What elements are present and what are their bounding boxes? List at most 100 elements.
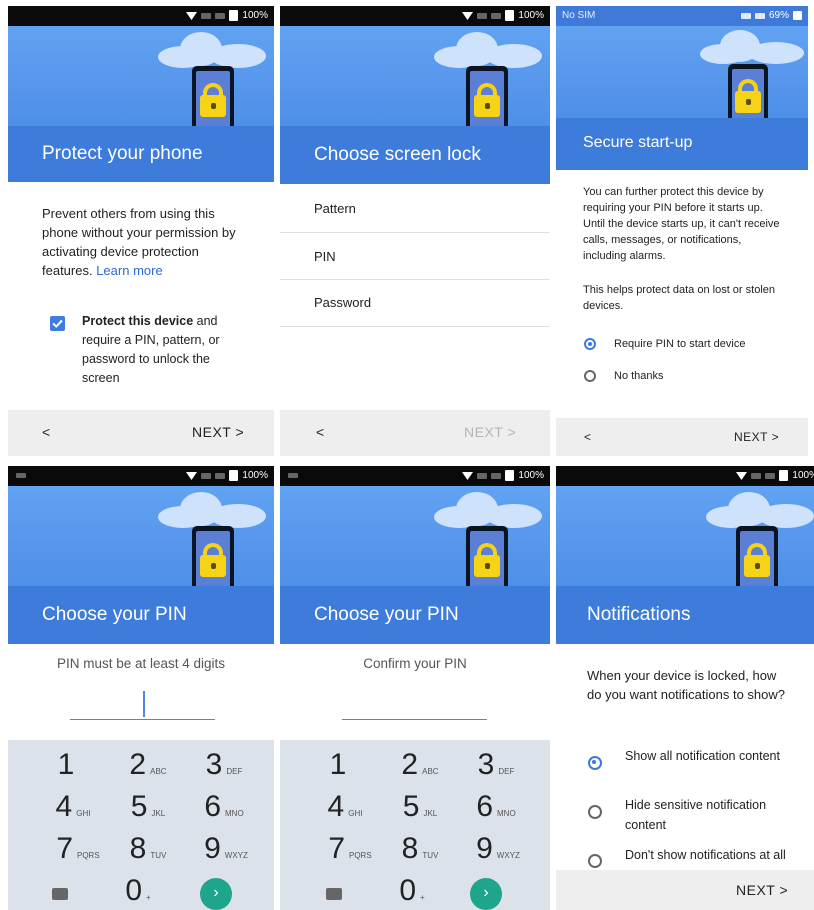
key-4[interactable]: 4 GHI <box>48 790 98 824</box>
key-2[interactable]: 2 ABC <box>118 748 178 782</box>
key-6[interactable]: 6 MNO <box>194 790 254 824</box>
screen-secure-startup: No SIM 69% Secure start-up You can furth… <box>556 6 808 456</box>
pin-input[interactable] <box>342 719 487 720</box>
signal-icon <box>491 472 502 479</box>
show-all-label[interactable]: Show all notification content <box>625 746 785 766</box>
pin-prompt: Confirm your PIN <box>363 656 467 671</box>
description-secondary: This helps protect data on lost or stole… <box>583 284 775 312</box>
nfc-icon <box>740 12 751 19</box>
wifi-icon <box>186 11 198 20</box>
signal-icon <box>477 472 488 479</box>
dont-show-radio[interactable] <box>588 854 602 868</box>
require-pin-radio[interactable] <box>584 338 596 350</box>
key-6[interactable]: 6 MNO <box>466 790 526 824</box>
signal-icon <box>765 472 776 479</box>
signal-icon <box>215 472 226 479</box>
keyboard-icon <box>288 473 298 478</box>
page-title-band: Choose your PIN <box>280 586 550 644</box>
screen-notifications: 100% Notifications When your device is l… <box>556 466 814 910</box>
numeric-keypad: 1 2 ABC 3 DEF 4 GHI 5 JKL 6 MNO 7 PQRS 8 TUV 9W… <box>8 740 274 910</box>
key-5[interactable]: 5 JKL <box>390 790 450 824</box>
backspace-icon[interactable] <box>52 888 68 900</box>
status-bar: No SIM 69% <box>556 6 808 26</box>
back-button[interactable]: < <box>42 424 50 440</box>
next-button[interactable]: NEXT > <box>736 882 788 898</box>
tablet-illustration <box>736 526 778 594</box>
hero-header <box>8 486 274 594</box>
hide-sensitive-label[interactable]: Hide sensitive notification content <box>625 795 795 835</box>
signal-icon <box>201 12 212 19</box>
no-thanks-label[interactable]: No thanks <box>614 370 664 382</box>
key-5[interactable]: 5 JKL <box>118 790 178 824</box>
battery-level: 100% <box>242 10 268 21</box>
back-button[interactable]: < <box>316 424 324 440</box>
key-3[interactable]: 3 DEF <box>466 748 526 782</box>
next-button[interactable]: NEXT > <box>734 430 779 444</box>
key-8[interactable]: 8 TUV <box>118 832 178 866</box>
text-cursor <box>143 691 145 717</box>
next-button[interactable]: NEXT > <box>464 424 516 440</box>
option-label: Password <box>314 295 372 310</box>
lock-icon <box>200 95 226 117</box>
key-9[interactable]: 9 WXYZ <box>466 832 530 866</box>
key-8[interactable]: 8 TUV <box>390 832 450 866</box>
key-9[interactable]: 9 WXYZ <box>194 832 258 866</box>
wifi-icon <box>462 11 474 20</box>
lock-option-password[interactable]: Password <box>280 280 550 327</box>
page-title: Protect your phone <box>42 143 203 164</box>
enter-button[interactable]: › <box>470 878 502 910</box>
screen-protect-phone: 100% Protect your phone Prevent others f… <box>8 6 274 456</box>
page-title-band: Choose your PIN <box>8 586 274 644</box>
status-bar: 100% <box>8 6 274 26</box>
screen-confirm-pin: 100% Choose your PIN Confirm your PIN 1 … <box>280 466 550 910</box>
key-4[interactable]: 4 GHI <box>320 790 370 824</box>
lock-icon <box>474 95 500 117</box>
require-pin-label[interactable]: Require PIN to start device <box>614 338 745 350</box>
key-2[interactable]: 2 ABC <box>390 748 450 782</box>
bottom-nav-bar: NEXT > <box>556 870 814 910</box>
backspace-icon[interactable] <box>326 888 342 900</box>
key-3[interactable]: 3 DEF <box>194 748 254 782</box>
signal-icon <box>215 12 226 19</box>
key-1[interactable]: 1 <box>320 748 360 782</box>
screen-choose-screen-lock: 100% Choose screen lock Pattern PIN Pass… <box>280 6 550 456</box>
battery-icon <box>229 10 239 21</box>
dont-show-label[interactable]: Don't show notifications at all <box>625 845 795 865</box>
next-button[interactable]: NEXT > <box>192 424 244 440</box>
wifi-icon <box>462 471 474 480</box>
checkbox-label: Protect this device and require a PIN, p… <box>82 312 248 388</box>
no-thanks-radio[interactable] <box>584 370 596 382</box>
key-0[interactable]: 0 + <box>392 874 432 908</box>
page-title-band: Choose screen lock <box>280 126 550 184</box>
back-button[interactable]: < <box>584 430 591 444</box>
description: Prevent others from using this phone wit… <box>42 204 248 280</box>
key-7[interactable]: 7 PQRS <box>48 832 108 866</box>
lock-icon <box>474 555 500 577</box>
hide-sensitive-radio[interactable] <box>588 805 602 819</box>
key-1[interactable]: 1 <box>48 748 88 782</box>
key-0[interactable]: 0 + <box>118 874 158 908</box>
key-7[interactable]: 7 PQRS <box>320 832 380 866</box>
enter-button[interactable]: › <box>200 878 232 910</box>
status-bar: 100% <box>556 466 814 486</box>
protect-device-checkbox[interactable] <box>50 316 65 331</box>
tablet-illustration <box>466 66 508 134</box>
wifi-icon <box>736 471 748 480</box>
tablet-illustration <box>192 526 234 594</box>
bottom-nav-bar: < NEXT > <box>280 410 550 456</box>
learn-more-link[interactable]: Learn more <box>96 263 162 278</box>
option-label: Pattern <box>314 201 356 216</box>
screen-choose-pin: 100% Choose your PIN PIN must be at leas… <box>8 466 274 910</box>
tablet-illustration <box>192 66 234 134</box>
signal-icon <box>754 12 765 19</box>
show-all-radio[interactable] <box>588 756 602 770</box>
option-label: PIN <box>314 249 336 264</box>
signal-icon <box>751 472 762 479</box>
tablet-illustration <box>728 64 768 126</box>
battery-icon <box>779 470 789 481</box>
lock-option-pin[interactable]: PIN <box>280 233 550 280</box>
status-bar: 100% <box>8 466 274 486</box>
lock-option-pattern[interactable]: Pattern <box>280 184 550 233</box>
page-title: Choose your PIN <box>314 604 459 625</box>
pin-input[interactable] <box>70 719 215 720</box>
